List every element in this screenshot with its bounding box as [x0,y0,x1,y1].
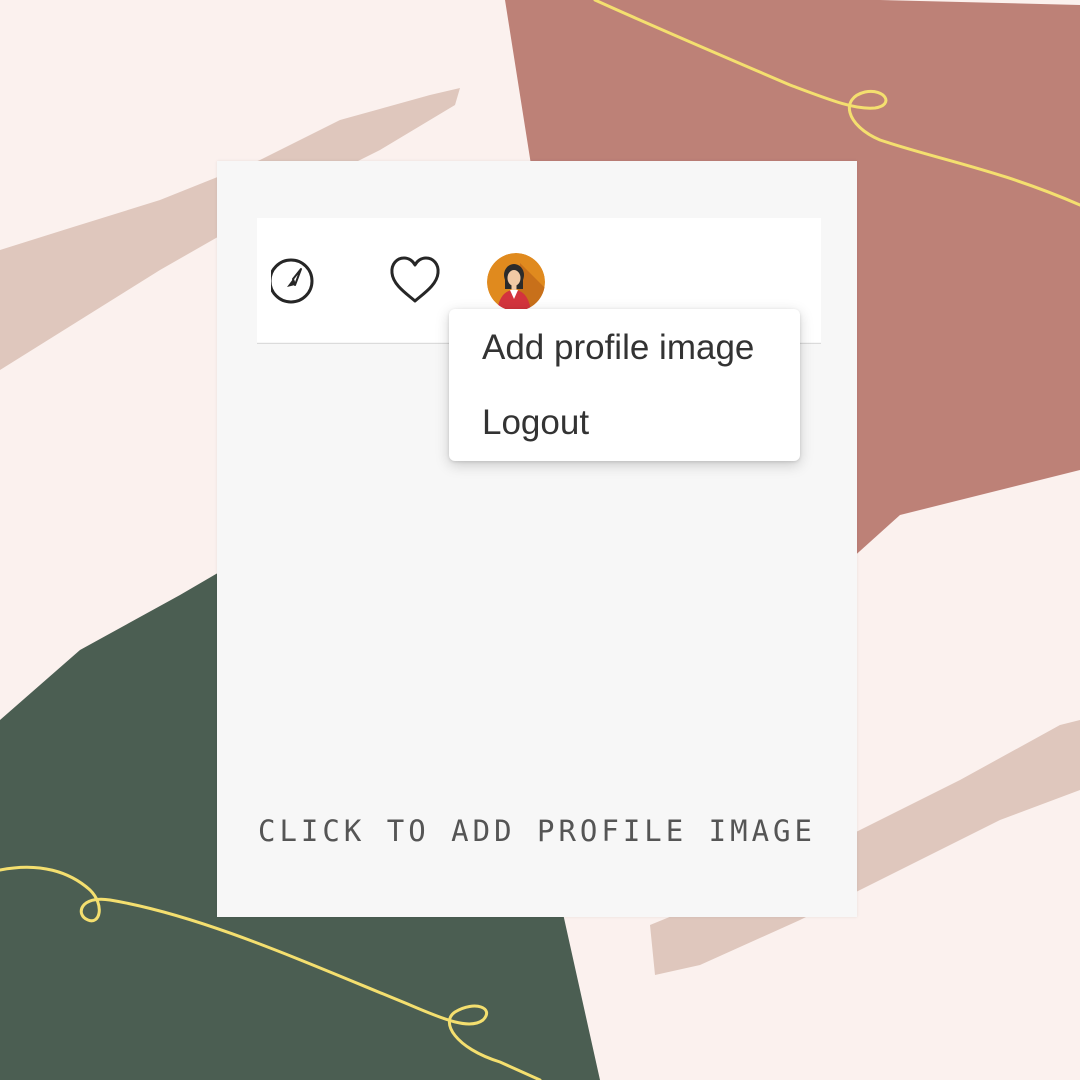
menu-item-add-profile-image[interactable]: Add profile image [482,328,754,368]
graphic-stage: Add profile image Logout CLICK TO ADD PR… [0,0,1080,1080]
compass-icon[interactable] [271,254,325,308]
profile-card: Add profile image Logout CLICK TO ADD PR… [217,161,857,917]
profile-avatar[interactable] [487,253,545,311]
instruction-caption: CLICK TO ADD PROFILE IMAGE [258,814,816,848]
menu-item-logout[interactable]: Logout [482,403,589,443]
avatar-illustration [487,253,545,311]
heart-icon[interactable] [387,253,443,307]
profile-dropdown-menu: Add profile image Logout [449,309,800,461]
